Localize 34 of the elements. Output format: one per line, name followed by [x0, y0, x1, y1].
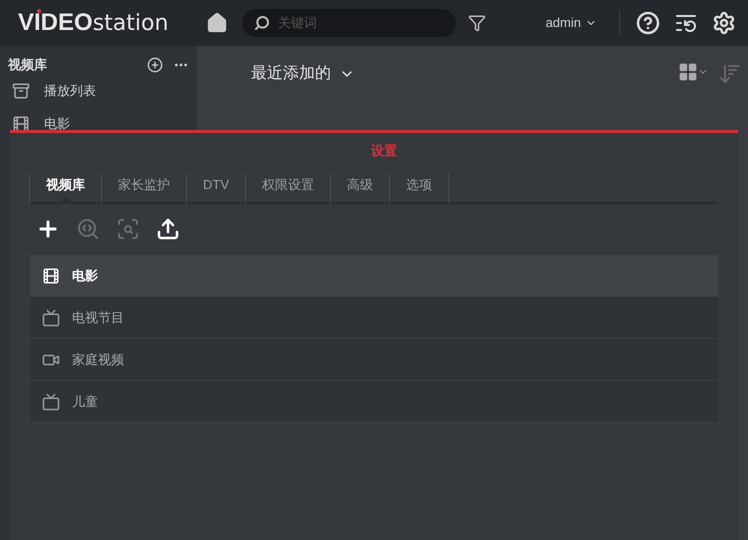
tab[interactable]: DTV: [186, 173, 246, 203]
film-icon: [42, 266, 60, 284]
tab[interactable]: 选项: [389, 173, 449, 203]
search-bar[interactable]: 关键词: [242, 9, 456, 37]
help-button[interactable]: [636, 11, 660, 35]
tv-icon: [42, 392, 60, 410]
upload-button[interactable]: [156, 217, 180, 241]
home-button[interactable]: [206, 12, 228, 34]
tab[interactable]: 权限设置: [245, 173, 331, 203]
sidebar-item[interactable]: 播放列表: [0, 75, 197, 107]
archive-icon: [12, 82, 30, 100]
tv-icon: [42, 308, 60, 326]
library-row[interactable]: 家庭视频: [30, 339, 718, 381]
library-row[interactable]: 儿童: [30, 381, 718, 423]
library-row[interactable]: 电影: [30, 255, 718, 297]
sidebar-item[interactable]: 电影: [0, 108, 197, 140]
grid-view-button[interactable]: [678, 62, 708, 82]
view-dropdown[interactable]: 最近添加的: [251, 62, 355, 86]
logo: VIDEOstation: [18, 11, 168, 35]
add-icon[interactable]: [147, 57, 163, 73]
tab[interactable]: 视频库: [29, 173, 102, 203]
library-row[interactable]: 电视节目: [30, 297, 718, 339]
dialog-title: 设置: [370, 142, 398, 159]
search-icon: [254, 15, 270, 31]
settings-button[interactable]: [712, 11, 736, 35]
grid-icon: [678, 62, 698, 82]
film-icon: [12, 115, 30, 133]
upload-icon: [156, 217, 180, 241]
user-menu[interactable]: admin: [546, 13, 597, 33]
filter-button[interactable]: [468, 14, 486, 32]
tab[interactable]: 高级: [330, 173, 390, 203]
sidebar-title: 视频库: [8, 56, 47, 74]
tab[interactable]: 家长监护: [101, 173, 187, 203]
search-input[interactable]: 关键词: [278, 13, 438, 33]
